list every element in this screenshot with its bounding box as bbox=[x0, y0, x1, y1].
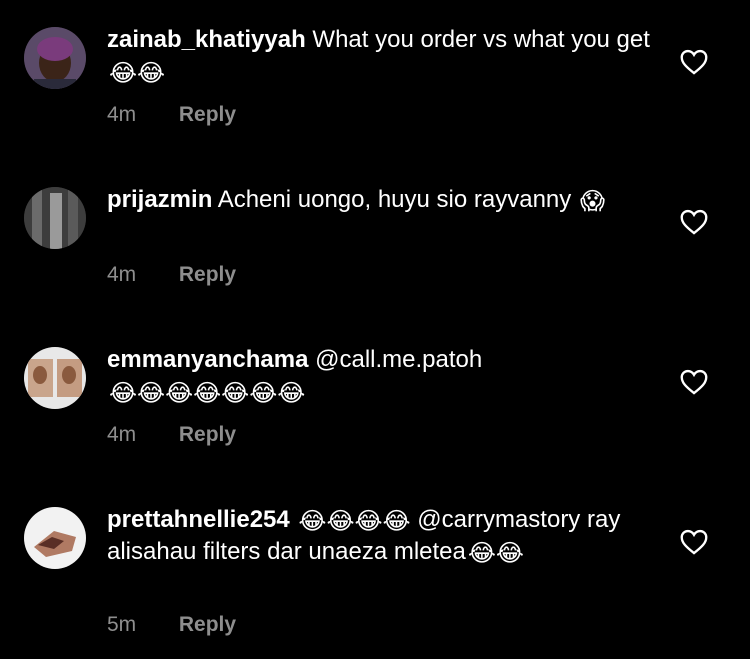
comment-username[interactable]: prettahnellie254 bbox=[107, 506, 290, 533]
heart-icon[interactable] bbox=[680, 529, 708, 555]
laughing-emoji: 😂😂 bbox=[467, 539, 524, 567]
comment-text: prettahnellie254 😂😂😂😂 @carrymastory ray … bbox=[107, 504, 652, 568]
reply-button[interactable]: Reply bbox=[179, 613, 236, 636]
reply-button[interactable]: Reply bbox=[179, 423, 236, 446]
heart-icon[interactable] bbox=[680, 369, 708, 395]
comment-timestamp: 4m bbox=[107, 263, 137, 286]
comment-text: prijazmin Acheni uongo, huyu sio rayvann… bbox=[107, 184, 652, 216]
heart-icon[interactable] bbox=[680, 49, 708, 75]
laughing-emoji: 😂😂😂😂😂😂😂 bbox=[109, 379, 306, 407]
comment-timestamp: 4m bbox=[107, 103, 137, 126]
scream-emoji: 😱 bbox=[579, 187, 605, 215]
laughing-emoji: 😂😂 bbox=[109, 59, 166, 87]
comment-text: zainab_khatiyyah What you order vs what … bbox=[107, 24, 652, 88]
comment-message[interactable]: @call.me.patoh bbox=[315, 346, 482, 373]
comment-message: Acheni uongo, huyu sio rayvanny bbox=[217, 186, 572, 213]
avatar[interactable] bbox=[24, 507, 86, 569]
laughing-emoji: 😂😂😂😂 bbox=[298, 507, 411, 535]
comment-username[interactable]: emmanyanchama bbox=[107, 346, 308, 373]
heart-icon[interactable] bbox=[680, 209, 708, 235]
avatar[interactable] bbox=[24, 347, 86, 409]
comment-message: What you order vs what you get bbox=[312, 26, 650, 53]
comment-text: emmanyanchama @call.me.patoh 😂😂😂😂😂😂😂 bbox=[107, 344, 652, 408]
avatar[interactable] bbox=[24, 27, 86, 89]
comment-timestamp: 5m bbox=[107, 613, 137, 636]
comment-username[interactable]: prijazmin bbox=[107, 186, 212, 213]
reply-button[interactable]: Reply bbox=[179, 103, 236, 126]
comment-timestamp: 4m bbox=[107, 423, 137, 446]
reply-button[interactable]: Reply bbox=[179, 263, 236, 286]
comment-username[interactable]: zainab_khatiyyah bbox=[107, 26, 306, 53]
avatar[interactable] bbox=[24, 187, 86, 249]
